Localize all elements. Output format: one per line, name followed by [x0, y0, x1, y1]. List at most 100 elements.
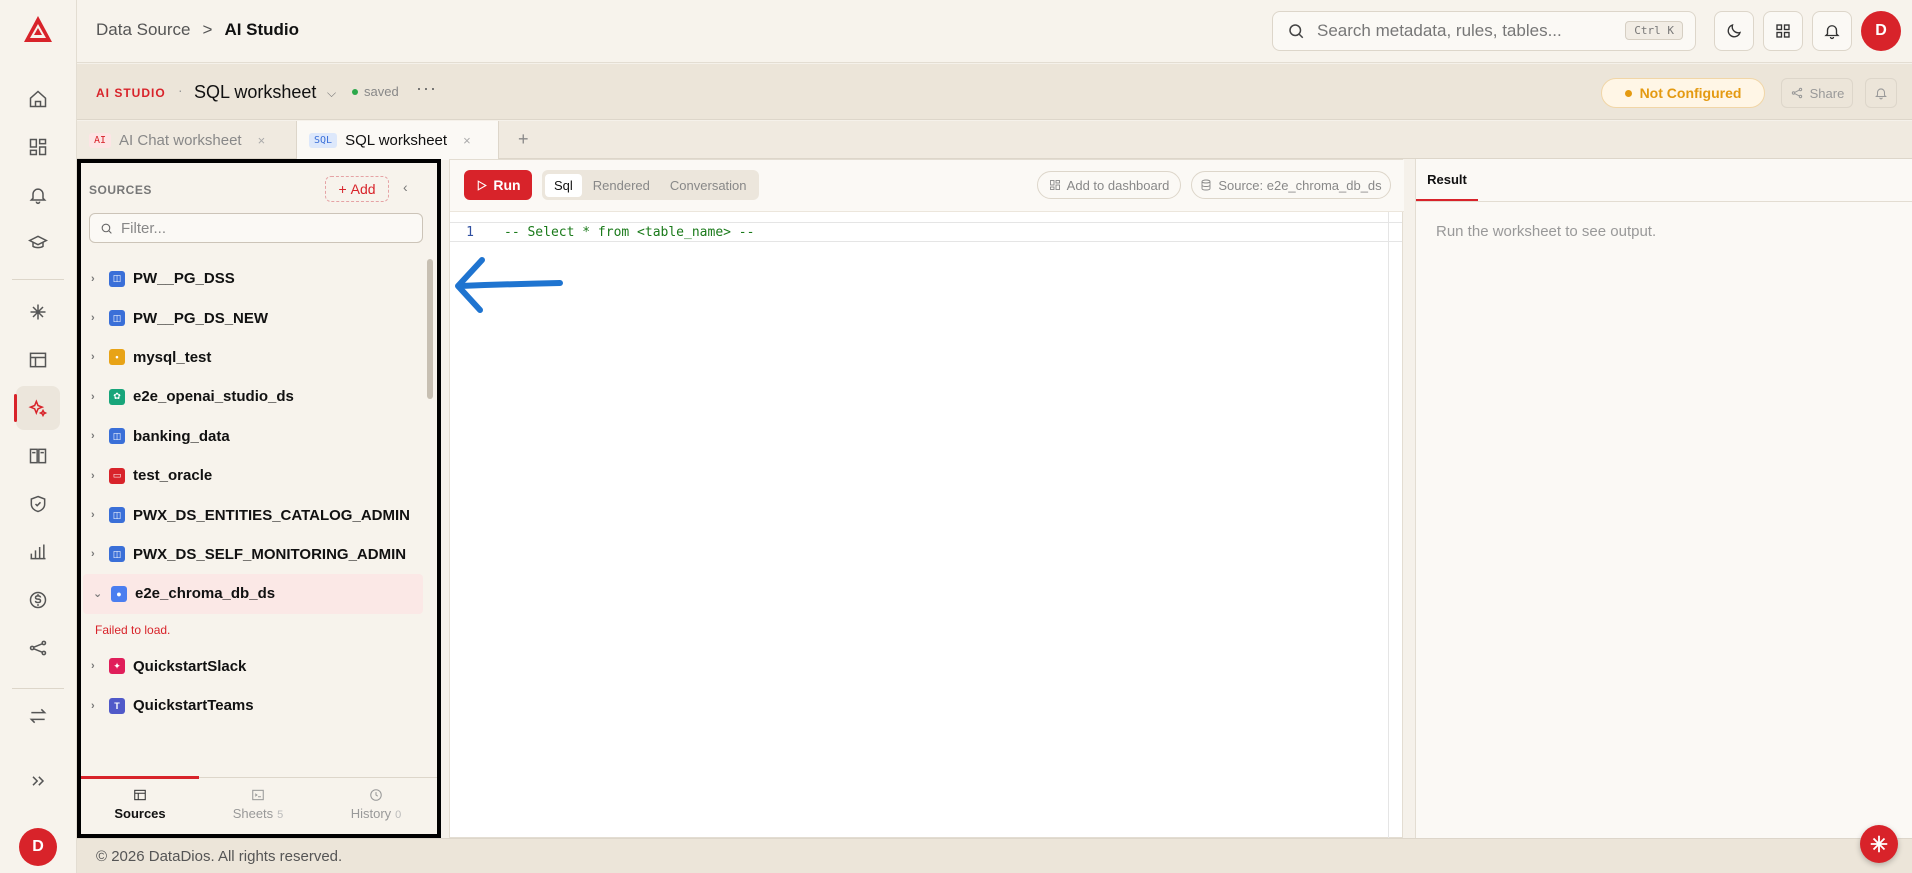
- notifications-button[interactable]: [1812, 11, 1852, 51]
- source-error-message: Failed to load.: [95, 623, 171, 638]
- source-name: e2e_chroma_db_ds: [135, 585, 276, 603]
- chevron-right-icon[interactable]: ›: [91, 273, 101, 285]
- tab-result[interactable]: Result: [1416, 159, 1478, 201]
- close-icon[interactable]: ×: [258, 133, 266, 148]
- chevron-right-icon[interactable]: ›: [91, 351, 101, 363]
- assistant-fab[interactable]: [1860, 825, 1898, 863]
- source-item[interactable]: › ✦ QuickstartSlack: [81, 647, 425, 686]
- chart-icon[interactable]: [16, 530, 60, 574]
- chevron-right-icon[interactable]: ›: [91, 700, 101, 712]
- apps-grid-icon: [1776, 24, 1790, 38]
- shield-icon[interactable]: [16, 482, 60, 526]
- postgres-icon: ◫: [109, 507, 125, 524]
- book-icon[interactable]: [16, 434, 60, 478]
- source-item[interactable]: ›Dprod_dd: [81, 725, 425, 737]
- line-number: 1: [466, 224, 474, 240]
- config-status-badge[interactable]: Not Configured: [1601, 78, 1765, 108]
- source-item[interactable]: › ◫ PWX_DS_SELF_MONITORING_ADMIN: [81, 535, 425, 574]
- datadios-logo[interactable]: [22, 14, 54, 46]
- add-tab-button[interactable]: +: [518, 129, 529, 150]
- source-name: PW__PG_DS_NEW: [133, 309, 269, 327]
- result-divider: [1416, 201, 1912, 202]
- postgres-icon: ◫: [109, 310, 125, 327]
- view-mode-toggle: Sql Rendered Conversation: [542, 170, 759, 200]
- more-options-icon[interactable]: ···: [416, 78, 437, 99]
- chevron-down-icon[interactable]: ⌄: [93, 587, 103, 600]
- editor-ruler: [1388, 212, 1389, 838]
- chevron-right-icon[interactable]: ›: [91, 470, 101, 482]
- source-item[interactable]: › ◫ banking_data: [81, 417, 425, 456]
- footer-tab-history[interactable]: History 0: [317, 788, 435, 821]
- dollar-icon[interactable]: [16, 578, 60, 622]
- chevron-right-icon[interactable]: ›: [91, 660, 101, 672]
- chevron-right-icon[interactable]: ›: [91, 509, 101, 521]
- run-button[interactable]: Run: [464, 170, 532, 200]
- source-name: PWX_DS_SELF_MONITORING_ADMIN: [133, 545, 407, 563]
- source-item[interactable]: › • mysql_test: [81, 338, 425, 377]
- sheets-count: 5: [277, 809, 284, 821]
- global-search-input[interactable]: Search metadata, rules, tables... Ctrl K: [1272, 11, 1696, 51]
- chevron-right-icon[interactable]: ›: [91, 430, 101, 442]
- share-nodes-icon[interactable]: [16, 626, 60, 670]
- header-separator: ·: [178, 82, 183, 98]
- result-pane: Result Run the worksheet to see output.: [1415, 159, 1912, 838]
- postgres-icon: ◫: [109, 428, 125, 445]
- chevron-right-icon[interactable]: ›: [91, 312, 101, 324]
- ai-studio-icon[interactable]: [14, 386, 60, 430]
- code-line[interactable]: 1 -- Select * from <table_name> --: [450, 222, 1402, 242]
- breadcrumb-data-source[interactable]: Data Source: [96, 20, 191, 40]
- sources-scrollbar[interactable]: [427, 259, 433, 399]
- source-item[interactable]: › T QuickstartTeams: [81, 686, 425, 725]
- tab-sql-worksheet[interactable]: SQL SQL worksheet ×: [296, 121, 499, 160]
- postgres-icon: ◫: [109, 270, 125, 287]
- add-source-label: Add: [350, 181, 376, 197]
- user-avatar[interactable]: D: [1861, 11, 1901, 51]
- close-icon[interactable]: ×: [463, 133, 471, 148]
- sources-footer-tabs: Sources Sheets 5 History 0: [81, 776, 437, 834]
- worksheet-title[interactable]: SQL worksheet: [194, 82, 316, 103]
- mode-sql[interactable]: Sql: [545, 173, 582, 197]
- source-item[interactable]: › ◫ PW__PG_DS_NEW: [81, 298, 425, 337]
- source-item[interactable]: ⌄ ● e2e_chroma_db_ds: [83, 574, 423, 614]
- add-to-dashboard-button[interactable]: Add to dashboard: [1037, 171, 1181, 199]
- user-avatar[interactable]: D: [19, 828, 57, 866]
- apps-button[interactable]: [1763, 11, 1803, 51]
- bell-icon: [1875, 88, 1887, 100]
- footer-tab-label: Sources: [114, 806, 166, 821]
- graduation-cap-icon[interactable]: [16, 221, 60, 265]
- expand-rail-icon[interactable]: [16, 759, 60, 803]
- source-item[interactable]: › ▭ test_oracle: [81, 456, 425, 495]
- footer-tab-sheets[interactable]: Sheets 5: [199, 788, 317, 821]
- sql-code[interactable]: -- Select * from <table_name> --: [504, 225, 754, 240]
- chevron-down-icon[interactable]: ⌵: [327, 86, 336, 101]
- mode-rendered[interactable]: Rendered: [584, 174, 659, 197]
- moon-icon: [1727, 23, 1742, 38]
- table-icon[interactable]: [16, 338, 60, 382]
- collapse-panel-icon[interactable]: ‹: [403, 179, 408, 195]
- dashboard-icon[interactable]: [16, 125, 60, 169]
- chevron-right-icon[interactable]: ›: [91, 391, 101, 403]
- worksheet-alerts-button[interactable]: [1865, 78, 1897, 108]
- source-selector-chip[interactable]: Source: e2e_chroma_db_ds: [1191, 171, 1391, 199]
- swap-arrows-icon[interactable]: [16, 694, 60, 738]
- source-item[interactable]: › ◫ PW__PG_DSS: [81, 259, 425, 298]
- add-source-button[interactable]: + Add: [325, 176, 389, 202]
- sparkle-icon[interactable]: [16, 290, 60, 334]
- share-button[interactable]: Share: [1781, 78, 1853, 108]
- mode-conversation[interactable]: Conversation: [661, 174, 756, 197]
- footer-tab-sources[interactable]: Sources: [81, 788, 199, 821]
- run-label: Run: [493, 177, 521, 193]
- breadcrumb-separator: >: [202, 20, 213, 39]
- source-item[interactable]: › ◫ PWX_DS_ENTITIES_CATALOG_ADMIN: [81, 495, 425, 534]
- chevron-right-icon[interactable]: ›: [91, 548, 101, 560]
- source-item[interactable]: › ✿ e2e_openai_studio_ds: [81, 377, 425, 416]
- theme-toggle-button[interactable]: [1714, 11, 1754, 51]
- home-icon[interactable]: [16, 77, 60, 121]
- sources-filter-input[interactable]: Filter...: [89, 213, 423, 243]
- active-tab-indicator: [81, 776, 199, 779]
- breadcrumb-current: AI Studio: [224, 20, 300, 39]
- bell-icon[interactable]: [16, 173, 60, 217]
- result-empty-message: Run the worksheet to see output.: [1436, 223, 1657, 240]
- tab-ai-chat-worksheet[interactable]: AI AI Chat worksheet ×: [77, 121, 295, 159]
- page-footer: © 2026 DataDios. All rights reserved.: [77, 838, 1912, 873]
